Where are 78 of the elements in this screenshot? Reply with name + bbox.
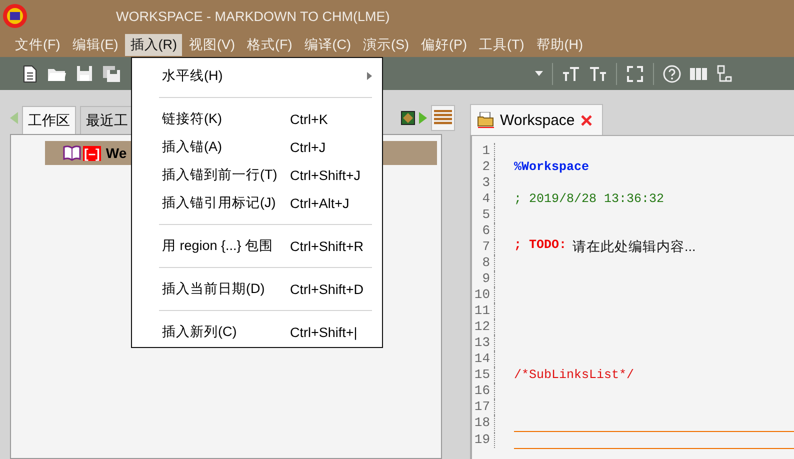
option-label: 用 region {...} 包围 <box>162 237 274 255</box>
window-title: WORKSPACE - MARKDOWN TO CHM(LME) <box>116 8 390 24</box>
font-size-down-icon[interactable] <box>589 66 607 80</box>
code-text: /*SubLinksList*/ <box>514 368 634 382</box>
font-size-up-icon[interactable] <box>562 66 580 80</box>
fullscreen-icon[interactable] <box>626 64 644 82</box>
line-number: 8 <box>472 255 495 271</box>
new-file-icon[interactable] <box>22 64 38 82</box>
line-number: 11 <box>472 303 495 319</box>
line-number: 15 <box>472 367 495 383</box>
option-label: 插入锚到前一行(T) <box>162 166 278 184</box>
save-icon[interactable] <box>76 65 93 82</box>
code-text: ; 2019/8/28 13:36:32 <box>514 192 664 206</box>
save-all-icon[interactable] <box>102 64 121 82</box>
help-icon[interactable] <box>663 64 681 82</box>
menu-item[interactable]: 帮助(H) <box>531 34 588 56</box>
shortcut-text: Ctrl+Alt+J <box>290 196 350 210</box>
document-tab[interactable]: Workspace <box>470 104 603 135</box>
todo-marker: ; TODO: <box>514 238 567 254</box>
line-number: 12 <box>472 319 495 335</box>
menu-option[interactable]: 插入当前日期(D) Ctrl+Shift+D <box>132 275 382 303</box>
book-icon <box>63 145 81 161</box>
line-number: 1 <box>472 143 495 159</box>
line-number: 3 <box>472 175 495 191</box>
diamond-icon[interactable] <box>401 110 415 124</box>
shortcut-text: Ctrl+Shift+D <box>290 282 364 296</box>
menu-option[interactable]: 链接符(K) Ctrl+K <box>132 105 382 133</box>
menu-option[interactable]: 插入锚到前一行(T) Ctrl+Shift+J <box>132 161 382 189</box>
app-logo-icon <box>2 3 28 29</box>
option-label: 插入锚(A) <box>162 138 223 156</box>
line-number: 13 <box>472 335 495 351</box>
panel-tab[interactable]: 最近工 <box>80 106 134 134</box>
line-number: 6 <box>472 223 495 239</box>
code-text: 请在此处编辑内容... <box>572 238 696 256</box>
line-number: 14 <box>472 351 495 367</box>
menu-item[interactable]: 格式(F) <box>242 34 298 56</box>
menu-item[interactable]: 偏好(P) <box>416 34 472 56</box>
shortcut-text: Ctrl+Shift+| <box>290 324 358 340</box>
tree-structure-icon[interactable] <box>716 65 732 82</box>
option-label: 插入新列(C) <box>162 323 238 341</box>
option-label: 插入当前日期(D) <box>162 280 266 298</box>
menu-option[interactable]: 插入锚(A) Ctrl+J <box>132 133 382 161</box>
submenu-arrow-icon <box>367 72 372 80</box>
option-label: 链接符(K) <box>162 110 223 128</box>
option-label: 插入锚引用标记(J) <box>162 194 277 212</box>
menu-item[interactable]: 视图(V) <box>184 34 240 56</box>
menu-option[interactable]: 插入新列(C) Ctrl+Shift+| <box>132 318 382 346</box>
line-number: 2 <box>472 159 495 175</box>
columns-icon[interactable] <box>690 68 707 80</box>
menu-item[interactable]: 编辑(E) <box>67 34 124 56</box>
line-number: 19 <box>472 432 495 448</box>
close-icon[interactable] <box>580 114 592 126</box>
code-text: %Workspace <box>514 160 590 174</box>
line-number: 5 <box>472 207 495 223</box>
shortcut-text: Ctrl+Shift+J <box>290 168 361 182</box>
collapse-toggle[interactable]: [–] <box>83 146 101 160</box>
line-number: 16 <box>472 383 495 399</box>
line-number: 4 <box>472 191 495 207</box>
menu-option[interactable]: 插入锚引用标记(J) Ctrl+Alt+J <box>132 189 382 217</box>
menu-item[interactable]: 工具(T) <box>474 34 530 56</box>
line-number: 18 <box>472 415 495 431</box>
line-number: 10 <box>472 287 495 303</box>
menu-item[interactable]: 文件(F) <box>10 34 66 56</box>
shortcut-text: Ctrl+K <box>290 112 328 126</box>
shortcut-text: Ctrl+J <box>290 140 326 154</box>
line-number: 17 <box>472 399 495 415</box>
folder-document-icon <box>477 112 494 128</box>
menu-option[interactable]: 用 region {...} 包围 Ctrl+Shift+R <box>132 232 382 260</box>
dropdown-arrow-icon[interactable] <box>535 71 543 76</box>
menu-item[interactable]: 编译(C) <box>299 34 356 56</box>
menu-item[interactable]: 插入(R) <box>125 34 182 56</box>
tree-label: We <box>106 145 127 161</box>
line-number: 9 <box>472 271 495 287</box>
list-menu-button[interactable] <box>431 104 455 130</box>
panel-tab[interactable]: 工作区 <box>22 106 76 134</box>
line-number: 7 <box>472 239 495 255</box>
shortcut-text: Ctrl+Shift+R <box>290 238 364 254</box>
menu-item[interactable]: 演示(S) <box>358 34 414 56</box>
